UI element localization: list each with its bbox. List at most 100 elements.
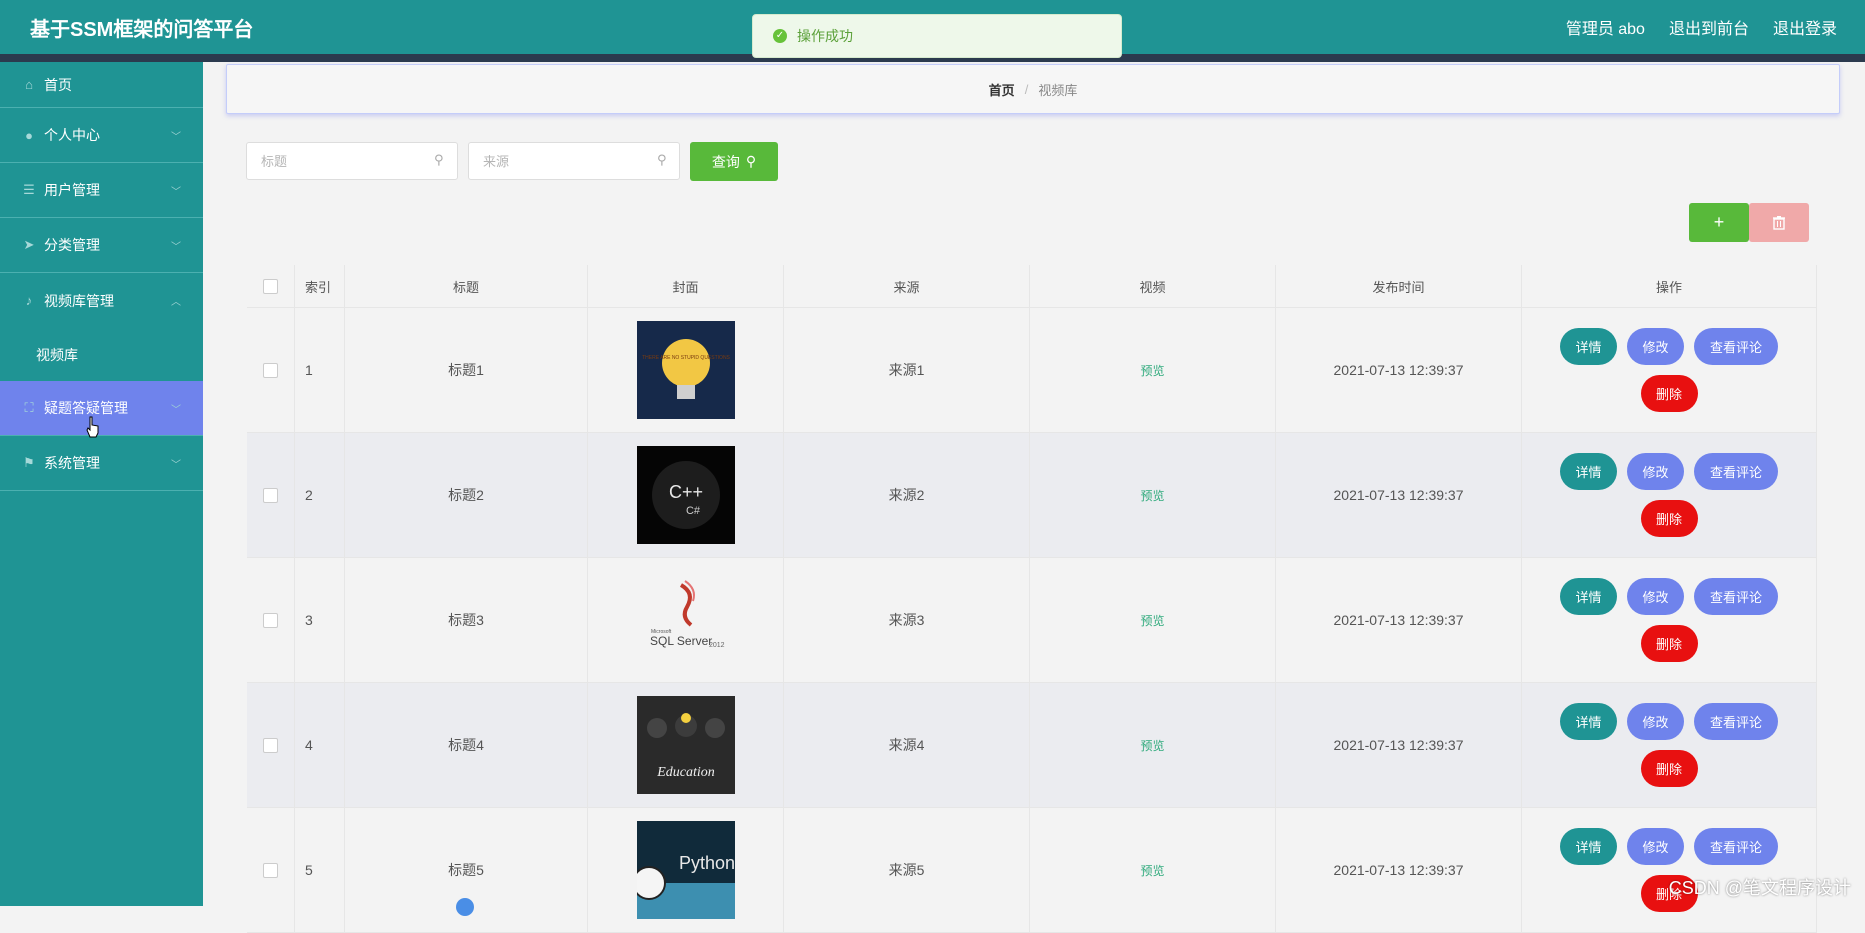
row-checkbox[interactable] [263, 862, 278, 878]
sidebar-item-video-library-manage[interactable]: ♪ 视频库管理 ︿ [0, 273, 203, 328]
sidebar-item-home[interactable]: ⌂ 首页 [0, 62, 203, 108]
view-comments-button[interactable]: 查看评论 [1694, 453, 1778, 490]
row-checkbox[interactable] [263, 612, 278, 628]
logout-link[interactable]: 退出登录 [1773, 15, 1837, 39]
expand-icon: ⛶ [24, 400, 34, 415]
row-video-cell: 预览 [1030, 808, 1276, 932]
cover-image-python: Python [636, 821, 735, 919]
row-publish-time: 2021-07-13 12:39:37 [1276, 808, 1522, 932]
delete-button[interactable]: 删除 [1640, 375, 1698, 412]
detail-button[interactable]: 详情 [1560, 453, 1617, 490]
edit-button[interactable]: 修改 [1627, 578, 1684, 615]
row-source: 来源4 [784, 683, 1030, 807]
pointer-cursor-icon [86, 416, 99, 438]
detail-button[interactable]: 详情 [1560, 703, 1617, 740]
edit-button[interactable]: 修改 [1627, 703, 1684, 740]
view-comments-button[interactable]: 查看评论 [1694, 578, 1778, 615]
row-ops: 详情 修改 查看评论 删除 [1522, 683, 1817, 807]
row-checkbox-cell [247, 433, 295, 557]
row-source: 来源3 [784, 558, 1030, 682]
video-preview-link[interactable]: 预览 [1140, 362, 1164, 379]
sidebar-item-category[interactable]: ➤ 分类管理 ﹀ [0, 218, 203, 273]
view-comments-button[interactable]: 查看评论 [1694, 703, 1778, 740]
video-preview-link[interactable]: 预览 [1140, 862, 1164, 879]
sidebar-item-users[interactable]: ☰ 用户管理 ﹀ [0, 163, 203, 218]
sidebar-item-label: 疑题答疑管理 [44, 400, 128, 416]
front-link[interactable]: 退出到前台 [1669, 15, 1749, 39]
sidebar-subitem-video-library[interactable]: 视频库 [0, 328, 203, 381]
detail-button[interactable]: 详情 [1560, 828, 1617, 865]
query-button[interactable]: 查询 ⚲ [690, 142, 778, 181]
edit-button[interactable]: 修改 [1627, 453, 1684, 490]
check-circle-icon: ✓ [773, 29, 787, 43]
video-preview-link[interactable]: 预览 [1140, 487, 1164, 504]
header-actions: 管理员 abo 退出到前台 退出登录 [1566, 15, 1837, 39]
title-search-input[interactable] [246, 142, 458, 180]
search-icon: ⚲ [745, 153, 757, 169]
sidebar-item-label: 视频库 [36, 346, 78, 363]
video-preview-link[interactable]: 预览 [1140, 737, 1164, 754]
row-checkbox-cell [247, 558, 295, 682]
cover-image-education: Education [636, 696, 735, 794]
header-title: 标题 [345, 265, 588, 307]
row-index: 2 [295, 433, 345, 557]
row-cover-cell: C++ C# [588, 433, 784, 557]
row-ops: 详情 修改 查看评论 删除 [1522, 558, 1817, 682]
sidebar-item-label: 分类管理 [44, 237, 100, 253]
select-all-checkbox[interactable] [263, 278, 278, 294]
header-source: 来源 [784, 265, 1030, 307]
table-header: 索引 标题 封面 来源 视频 发布时间 操作 [247, 265, 1817, 308]
row-checkbox[interactable] [263, 362, 278, 378]
batch-delete-button[interactable] [1749, 203, 1809, 242]
delete-button[interactable]: 删除 [1640, 750, 1698, 787]
delete-button[interactable]: 删除 [1640, 500, 1698, 537]
row-title: 标题2 [345, 433, 588, 557]
row-source: 来源2 [784, 433, 1030, 557]
edit-button[interactable]: 修改 [1627, 828, 1684, 865]
cover-image-bulb: THERE ARE NO STUPID QUESTIONS [636, 321, 735, 419]
cover-image-sqlserver: Microsoft SQL Server 2012 [636, 571, 735, 669]
sidebar-item-personal[interactable]: ● 个人中心 ﹀ [0, 108, 203, 163]
sidebar-item-qa-manage[interactable]: ⛶ 疑题答疑管理 ﹀ [0, 381, 203, 436]
delete-button[interactable]: 删除 [1640, 625, 1698, 662]
admin-label: 管理员 abo [1565, 21, 1645, 38]
row-checkbox-cell [247, 308, 295, 432]
breadcrumb: 首页 / 视频库 [226, 64, 1840, 114]
view-comments-button[interactable]: 查看评论 [1694, 828, 1778, 865]
video-preview-link[interactable]: 预览 [1140, 612, 1164, 629]
row-checkbox[interactable] [263, 487, 278, 503]
user-icon: ● [25, 127, 33, 143]
row-checkbox-cell [247, 808, 295, 932]
view-comments-button[interactable]: 查看评论 [1694, 328, 1778, 365]
source-search-input[interactable] [468, 142, 680, 180]
breadcrumb-home[interactable]: 首页 [989, 80, 1015, 99]
add-button[interactable]: + [1689, 203, 1749, 242]
row-source: 来源5 [784, 808, 1030, 932]
cover-text: C++ [668, 482, 702, 502]
sidebar-item-label: 用户管理 [44, 182, 100, 198]
row-video-cell: 预览 [1030, 433, 1276, 557]
row-checkbox[interactable] [263, 737, 278, 753]
row-cover-cell: Microsoft SQL Server 2012 [588, 558, 784, 682]
detail-button[interactable]: 详情 [1560, 578, 1617, 615]
cover-subtext: C# [685, 505, 700, 517]
sidebar-item-label: 视频库管理 [44, 292, 114, 309]
header-operations: 操作 [1522, 265, 1817, 307]
edit-button[interactable]: 修改 [1627, 328, 1684, 365]
row-index: 5 [295, 808, 345, 932]
row-publish-time: 2021-07-13 12:39:37 [1276, 433, 1522, 557]
home-icon: ⌂ [25, 77, 33, 92]
search-icon: ⚲ [434, 152, 444, 167]
table-row: 2 标题2 C++ C# 来源2 预览 2021-07-13 12:39:37 … [247, 433, 1817, 558]
detail-button[interactable]: 详情 [1560, 328, 1617, 365]
table-row: 4 标题4 Education 来源4 预览 2021-07-13 12:39:… [247, 683, 1817, 808]
row-video-cell: 预览 [1030, 683, 1276, 807]
sidebar-item-system[interactable]: ⚑ 系统管理 ﹀ [0, 436, 203, 491]
sidebar: ⌂ 首页 ● 个人中心 ﹀ ☰ 用户管理 ﹀ ➤ 分类管理 ﹀ ♪ 视频库管理 … [0, 62, 203, 906]
row-ops: 详情 修改 查看评论 删除 [1522, 308, 1817, 432]
table-row: 3 标题3 Microsoft SQL Server 2012 来源3 预览 2… [247, 558, 1817, 683]
sidebar-item-label: 首页 [44, 76, 72, 93]
breadcrumb-current: 视频库 [1038, 82, 1078, 98]
toast-message: 操作成功 [797, 28, 853, 44]
row-cover-cell: Education [588, 683, 784, 807]
